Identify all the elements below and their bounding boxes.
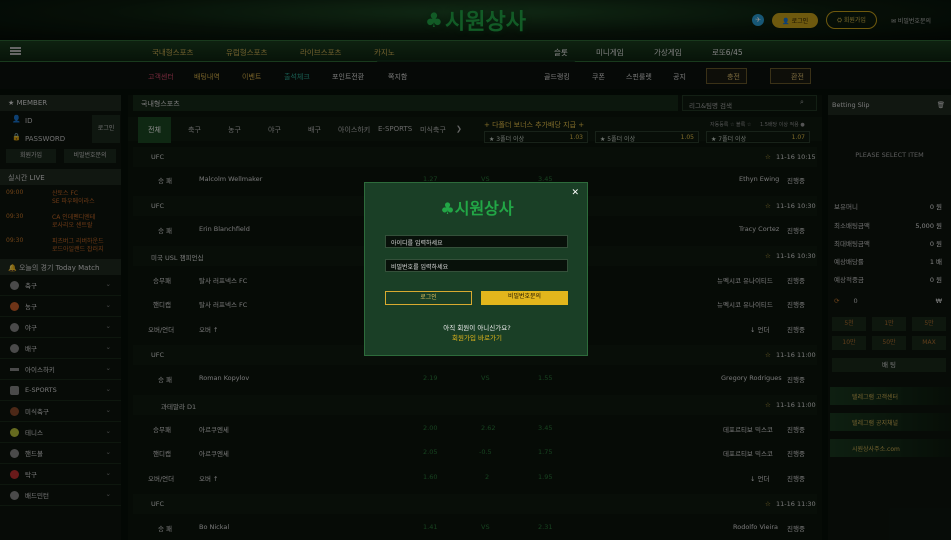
password-input[interactable]: 비밀번호를 입력하세요 [385,259,568,272]
login-modal: ✕ ♣시원상사 아이디를 입력하세요 비밀번호를 입력하세요 로그인 비밀번호문… [364,182,588,356]
modal-login-button[interactable]: 로그인 [385,291,472,305]
signup-question: 아직 회원이 아니신가요? [443,324,511,332]
modal-pw-inquiry-button[interactable]: 비밀번호문의 [481,291,568,305]
signup-link[interactable]: 회원가입 바로가기 [365,332,589,342]
modal-logo: ♣시원상사 [440,199,514,218]
username-input[interactable]: 아이디를 입력하세요 [385,235,568,248]
